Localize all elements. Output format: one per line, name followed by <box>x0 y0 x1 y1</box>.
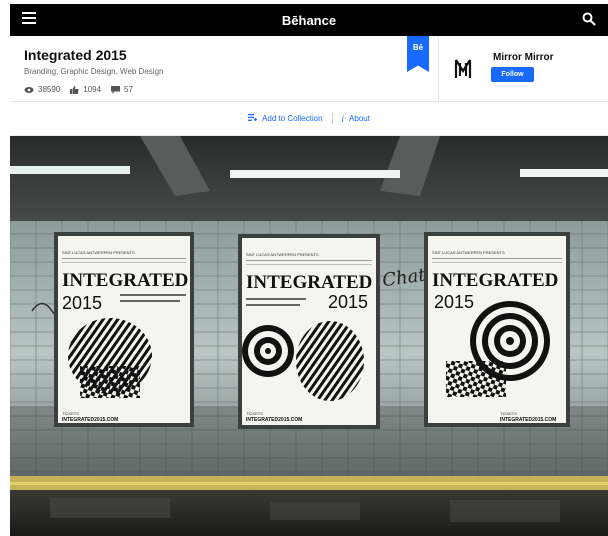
svg-text:INTEGRATED: INTEGRATED <box>432 270 558 291</box>
svg-text:INTEGRATED2015.COM: INTEGRATED2015.COM <box>246 417 302 423</box>
svg-text:INTEGRATED2015.COM: INTEGRATED2015.COM <box>500 417 556 423</box>
svg-text:INTEGRATED: INTEGRATED <box>246 272 372 293</box>
about-button[interactable]: i About <box>342 114 370 124</box>
project-fields[interactable]: Branding, Graphic Design, Web Design <box>24 67 163 76</box>
project-info-panel: Integrated 2015 Branding, Graphic Design… <box>10 36 608 102</box>
svg-text:TICKETS: TICKETS <box>62 411 79 416</box>
svg-text:INTEGRATED: INTEGRATED <box>62 270 188 291</box>
owner-name[interactable]: Mirror Mirror <box>493 52 554 63</box>
svg-text:INTEGRATED2015.COM: INTEGRATED2015.COM <box>62 417 118 423</box>
collection-icon <box>248 114 258 123</box>
svg-text:SINT LUCAS ANTWERPEN PRESENTS: SINT LUCAS ANTWERPEN PRESENTS <box>432 250 505 255</box>
svg-text:SINT LUCAS ANTWERPEN PRESENTS: SINT LUCAS ANTWERPEN PRESENTS <box>62 250 135 255</box>
behance-badge-ribbon: Bē <box>407 36 429 72</box>
info-icon: i <box>341 113 345 124</box>
about-label: About <box>349 114 370 123</box>
poster-2: SINT LUCAS ANTWERPEN PRESENTS INTEGRATED… <box>238 234 380 429</box>
add-to-collection-label: Add to Collection <box>262 114 323 123</box>
poster-1: SINT LUCAS ANTWERPEN PRESENTS INTEGRATED… <box>54 232 194 427</box>
add-to-collection-button[interactable]: Add to Collection <box>248 114 323 123</box>
svg-text:TICKETS: TICKETS <box>246 411 263 416</box>
poster-3: SINT LUCAS ANTWERPEN PRESENTS INTEGRATED… <box>424 232 570 427</box>
views-count: 38590 <box>38 85 61 94</box>
svg-text:2015: 2015 <box>62 293 102 313</box>
svg-text:2015: 2015 <box>328 292 368 312</box>
divider <box>438 36 439 102</box>
svg-text:TICKETS: TICKETS <box>500 411 517 416</box>
project-stats: 38590 1094 57 <box>24 85 139 94</box>
badge-label: Bē <box>412 43 424 52</box>
svg-text:SINT LUCAS ANTWERPEN PRESENTS: SINT LUCAS ANTWERPEN PRESENTS <box>246 252 319 257</box>
comment-icon <box>111 85 121 94</box>
svg-text:2015: 2015 <box>434 292 474 312</box>
search-icon[interactable] <box>582 12 596 26</box>
project-actions-bar: Add to Collection i About <box>10 102 608 136</box>
eye-icon <box>24 86 34 94</box>
project-cover-image[interactable]: Chatz SINT LUCAS ANTWERPEN PRESENTS INTE… <box>10 136 608 536</box>
thumbs-up-icon <box>70 85 79 94</box>
action-separator <box>331 113 333 124</box>
comments-count: 57 <box>124 85 133 94</box>
project-title: Integrated 2015 <box>24 47 127 63</box>
behance-logo[interactable]: Bēhance <box>10 13 608 28</box>
follow-button[interactable]: Follow <box>491 67 534 82</box>
top-navigation-bar: Bēhance <box>10 4 608 36</box>
owner-avatar-icon[interactable] <box>452 55 474 83</box>
appreciations-count: 1094 <box>83 85 102 94</box>
